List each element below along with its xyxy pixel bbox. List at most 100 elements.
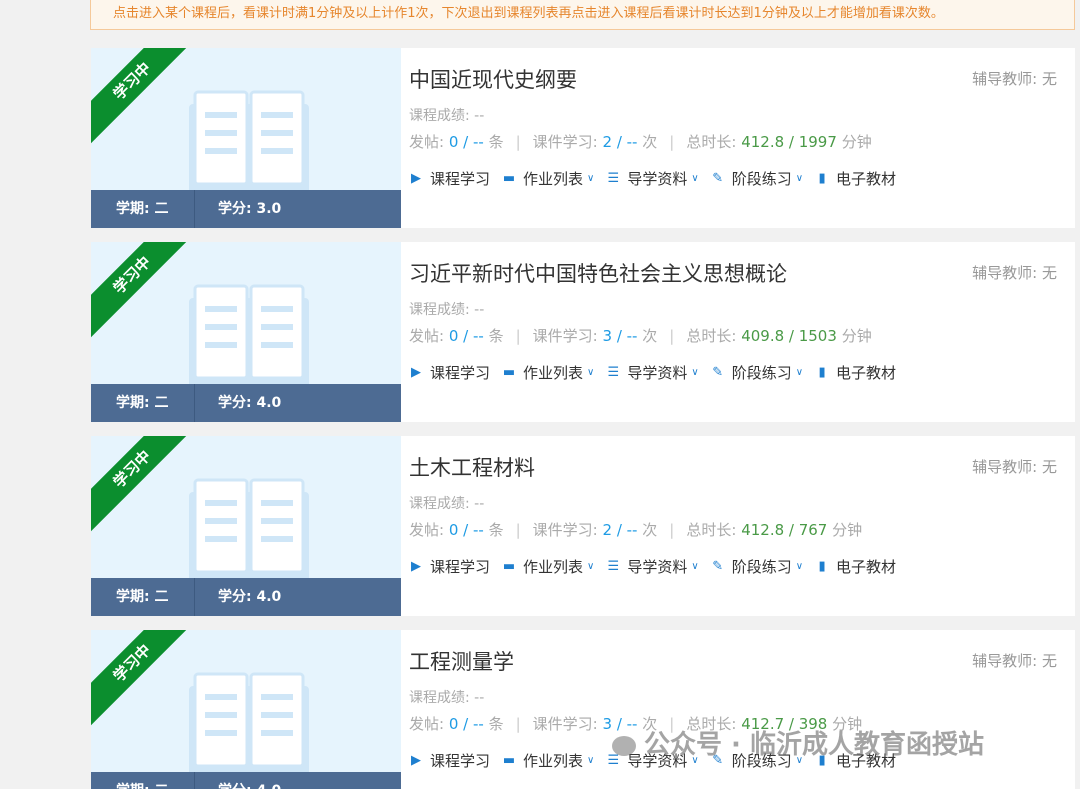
action-label: 作业列表 [523, 364, 584, 382]
action-5[interactable]: ▮ 电子教材 [815, 556, 896, 577]
posts-label: 发帖: [409, 715, 445, 733]
course-actions: ▶ 课程学习 ▬ 作业列表 ∨ ☰ 导学资料 ∨ ✎ 阶段练习 ∨ ▮ 电子教材 [409, 556, 908, 577]
course-tutor: 辅导教师: 无 [972, 70, 1057, 88]
meta-divider [194, 578, 195, 616]
course-title[interactable]: 习近平新时代中国特色社会主义思想概论 [409, 258, 787, 288]
folder-open-icon: ▬ [502, 559, 516, 574]
list-alt-icon: ☰ [607, 559, 620, 574]
course-card: 学习中 学期: 二 学分: 3.0 中国近现代史纲要 辅导教师: 无课程成绩: -- 发帖… [91, 48, 1075, 228]
action-label: 课程学习 [430, 752, 491, 770]
course-tutor: 辅导教师: 无 [972, 264, 1057, 282]
action-1[interactable]: ▶ 课程学习 [409, 362, 490, 383]
posts-value: 0 / -- [448, 327, 484, 345]
action-3[interactable]: ☰ 导学资料 ∨ [606, 362, 699, 383]
action-3[interactable]: ☰ 导学资料 ∨ [606, 168, 699, 189]
book-icon [189, 666, 309, 776]
status-ribbon: 学习中 [91, 630, 196, 727]
status-ribbon: 学习中 [91, 48, 196, 145]
folder-open-icon: ▬ [502, 171, 516, 186]
book-icon [189, 84, 309, 194]
status-ribbon: 学习中 [91, 436, 196, 533]
chevron-down-icon: ∨ [691, 561, 699, 572]
action-1[interactable]: ▶ 课程学习 [409, 168, 490, 189]
posts-unit: 条 [488, 715, 504, 733]
duration-value: 412.8 / 767 [741, 521, 828, 539]
play-square-icon: ▶ [411, 171, 421, 186]
chevron-down-icon: ∨ [691, 367, 699, 378]
course-card: 学习中学期: 二 学分: 4.0 习近平新时代中国特色社会主义思想概论 辅导教师: 无… [91, 242, 1075, 422]
course-stats: 发帖: 0 / -- 条 | 课件学习: 3 / -- 次 | 总时长: 409.8 /… [409, 325, 872, 346]
status-ribbon: 学习中 [91, 242, 196, 339]
play-square-icon: ▶ [411, 559, 421, 574]
course-thumbnail[interactable]: 学习中学期: 二 学分: 4.0 [91, 630, 401, 789]
action-4[interactable]: ✎ 阶段练习 ∨ [711, 168, 803, 189]
posts-unit: 条 [488, 327, 504, 345]
action-label: 课程学习 [430, 558, 491, 576]
book-icon [189, 472, 309, 582]
courseware-unit: 次 [642, 521, 658, 539]
edit-icon: ✎ [712, 559, 724, 574]
action-1[interactable]: ▶ 课程学习 [409, 750, 490, 771]
course-title[interactable]: 土木工程材料 [409, 452, 535, 482]
play-square-icon: ▶ [411, 365, 421, 380]
watermark: 公众号 · 临沂成人教育函授站 [612, 724, 984, 761]
posts-unit: 条 [488, 133, 504, 151]
action-5[interactable]: ▮ 电子教材 [815, 362, 896, 383]
course-title[interactable]: 工程测量学 [409, 646, 514, 676]
course-thumbnail[interactable]: 学习中学期: 二 学分: 4.0 [91, 436, 401, 616]
action-label: 课程学习 [430, 170, 491, 188]
action-2[interactable]: ▬ 作业列表 ∨ [502, 556, 595, 577]
course-title[interactable]: 中国近现代史纲要 [409, 64, 577, 94]
action-2[interactable]: ▬ 作业列表 ∨ [502, 362, 595, 383]
action-5[interactable]: ▮ 电子教材 [815, 168, 896, 189]
courseware-label: 课件学习: [532, 715, 598, 733]
course-tutor: 辅导教师: 无 [972, 652, 1057, 670]
duration-label: 总时长: [686, 133, 737, 151]
action-4[interactable]: ✎ 阶段练习 ∨ [711, 556, 803, 577]
duration-unit: 分钟 [841, 327, 872, 345]
posts-value: 0 / -- [448, 521, 484, 539]
action-1[interactable]: ▶ 课程学习 [409, 556, 490, 577]
action-4[interactable]: ✎ 阶段练习 ∨ [711, 362, 803, 383]
action-label: 课程学习 [430, 364, 491, 382]
posts-unit: 条 [488, 521, 504, 539]
course-credit: 学分: 4.0 [218, 395, 282, 411]
course-term: 学期: 二 [116, 772, 168, 789]
courseware-label: 课件学习: [532, 521, 598, 539]
stat-divider: | [669, 133, 675, 151]
action-label: 电子教材 [836, 170, 897, 188]
course-stats: 发帖: 0 / -- 条 | 课件学习: 2 / -- 次 | 总时长: 412.8 /… [409, 519, 862, 540]
courseware-value: 3 / -- [602, 327, 638, 345]
notice-banner: 点击进入某个课程后，看课计时满1分钟及以上计作1次，下次退出到课程列表再点击进入… [90, 0, 1075, 30]
course-score: 课程成绩: -- [409, 302, 485, 318]
book-icon: ▮ [818, 171, 826, 186]
course-thumbnail[interactable]: 学习中学期: 二 学分: 3.0 [91, 48, 401, 228]
chevron-down-icon: ∨ [587, 755, 595, 766]
course-stats: 发帖: 0 / -- 条 | 课件学习: 2 / -- 次 | 总时长: 412.8 /… [409, 131, 872, 152]
stat-divider: | [515, 327, 521, 345]
courseware-value: 2 / -- [602, 133, 638, 151]
course-actions: ▶ 课程学习 ▬ 作业列表 ∨ ☰ 导学资料 ∨ ✎ 阶段练习 ∨ ▮ 电子教材 [409, 168, 908, 189]
course-meta-bar: 学期: 二 学分: 3.0 [91, 190, 401, 228]
duration-label: 总时长: [686, 327, 737, 345]
action-2[interactable]: ▬ 作业列表 ∨ [502, 750, 595, 771]
action-2[interactable]: ▬ 作业列表 ∨ [502, 168, 595, 189]
course-thumbnail[interactable]: 学习中学期: 二 学分: 4.0 [91, 242, 401, 422]
wechat-icon [612, 735, 636, 756]
action-3[interactable]: ☰ 导学资料 ∨ [606, 556, 699, 577]
course-card: 学习中 学期: 二 学分: 4.0 土木工程材料 辅导教师: 无课程成绩: -- 发帖: … [91, 436, 1075, 616]
duration-label: 总时长: [686, 521, 737, 539]
action-label: 作业列表 [523, 558, 584, 576]
course-credit: 学分: 3.0 [218, 201, 282, 217]
course-tutor: 辅导教师: 无 [972, 458, 1057, 476]
book-icon: ▮ [818, 365, 826, 380]
list-alt-icon: ☰ [607, 365, 620, 380]
action-label: 导学资料 [627, 558, 688, 576]
list-alt-icon: ☰ [607, 171, 620, 186]
meta-divider [194, 772, 195, 789]
duration-unit: 分钟 [832, 521, 863, 539]
course-card: 学习中学期: 二 学分: 4.0 工程测量学 辅导教师: 无课程成绩: -- 发帖: 0… [91, 630, 1075, 789]
edit-icon: ✎ [712, 171, 724, 186]
course-meta-bar: 学期: 二 学分: 4.0 [91, 384, 401, 422]
folder-open-icon: ▬ [502, 753, 516, 768]
